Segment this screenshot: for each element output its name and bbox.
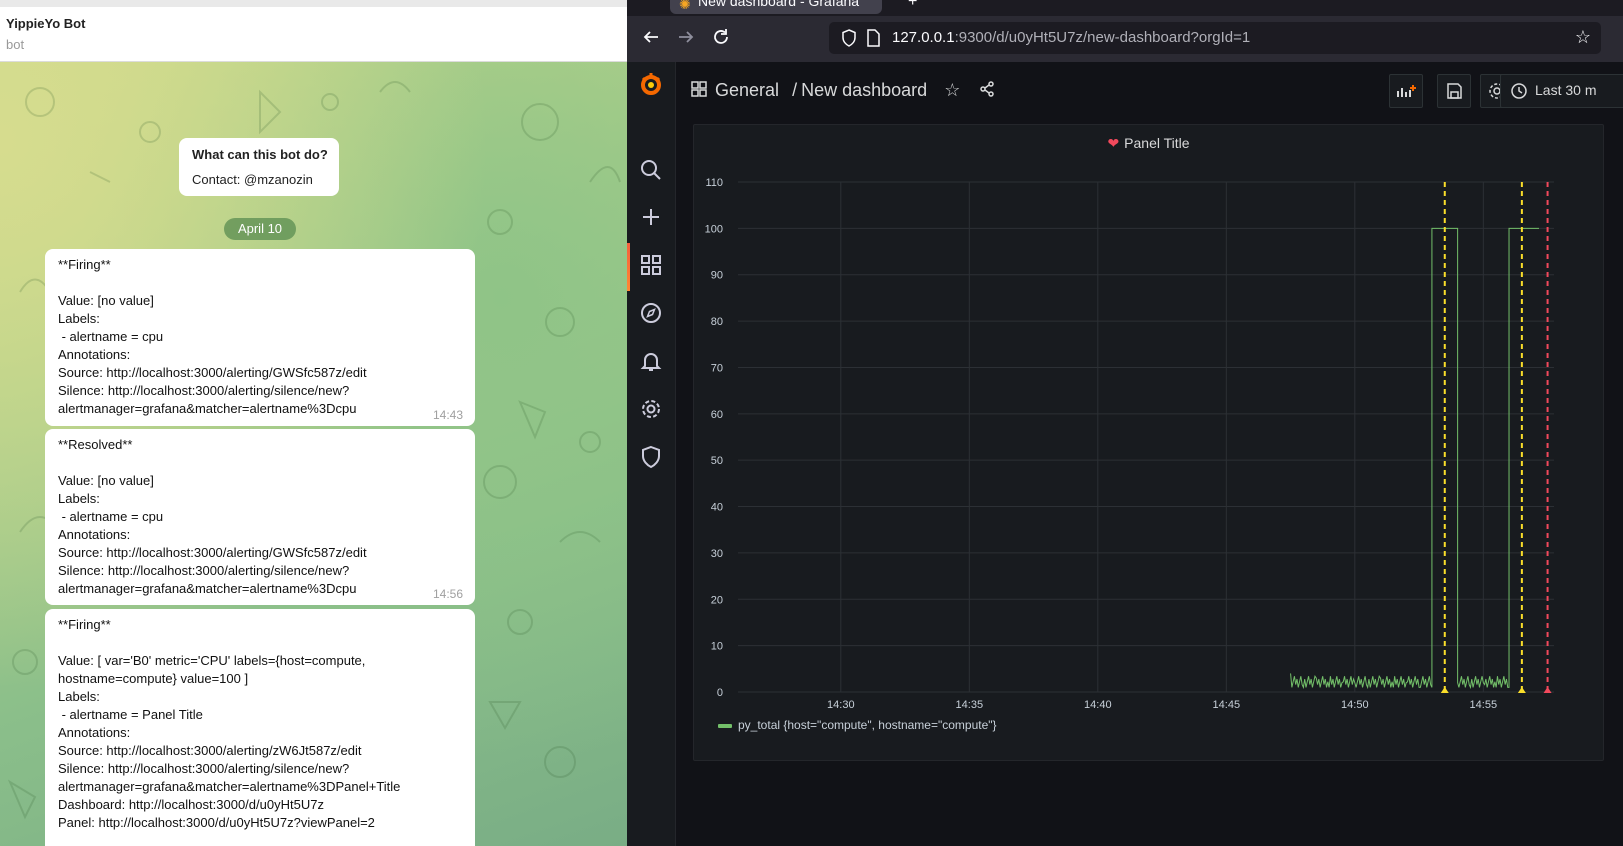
chat-subtitle: bot — [6, 37, 25, 52]
y-tick-label: 40 — [711, 502, 723, 514]
annotation-marker — [1440, 687, 1449, 693]
y-tick-label: 90 — [711, 270, 723, 282]
message-text: **Firing** Value: [no value] Labels: - a… — [58, 257, 367, 416]
message-bubble-1[interactable]: **Firing** Value: [no value] Labels: - a… — [45, 249, 475, 426]
forward-arrow-icon[interactable] — [675, 28, 697, 50]
date-badge: April 10 — [224, 218, 296, 240]
breadcrumb-separator: / — [792, 80, 798, 100]
dashboards-icon[interactable] — [639, 253, 663, 277]
browser-window: ✺ New dashboard - Grafana + 127.0.0.1:93… — [627, 0, 1623, 846]
shield-icon[interactable] — [841, 29, 857, 47]
y-tick-label: 20 — [711, 594, 723, 606]
url-path: :9300/d/u0yHt5U7z/new-dashboard?orgId=1 — [954, 29, 1251, 46]
message-bubble-2[interactable]: **Resolved** Value: [no value] Labels: -… — [45, 429, 475, 605]
new-tab-icon[interactable]: + — [908, 0, 917, 11]
annotation-marker — [1543, 687, 1552, 693]
window-top-strip — [0, 0, 627, 7]
breadcrumb: General / New dashboard ☆ — [691, 80, 995, 101]
star-icon[interactable]: ☆ — [944, 80, 960, 100]
x-tick-label: 14:55 — [1470, 699, 1498, 711]
bot-info-title: What can this bot do? — [192, 147, 328, 162]
configuration-gear-icon[interactable] — [639, 397, 663, 421]
tab-strip: ✺ New dashboard - Grafana + — [627, 0, 1623, 16]
y-tick-label: 70 — [711, 362, 723, 374]
y-tick-label: 0 — [717, 687, 723, 699]
page-icon[interactable] — [866, 29, 880, 47]
message-text: **Firing** Value: [ var='B0' metric='CPU… — [58, 617, 401, 830]
message-text: **Resolved** Value: [no value] Labels: -… — [58, 437, 367, 596]
plus-icon[interactable] — [639, 205, 663, 229]
bot-info-card: What can this bot do? Contact: @mzanozin — [179, 138, 339, 196]
time-range-label: Last 30 m — [1535, 82, 1597, 98]
time-range-picker[interactable]: Last 30 m — [1500, 74, 1623, 108]
save-dashboard-button[interactable] — [1437, 74, 1471, 108]
search-icon[interactable] — [639, 158, 663, 182]
add-panel-icon — [1397, 85, 1416, 97]
annotation-marker — [1517, 687, 1526, 693]
telegram-window: YippieYo Bot bot What can this bot do? C… — [0, 0, 627, 846]
reload-icon[interactable] — [710, 28, 732, 50]
back-arrow-icon[interactable] — [640, 28, 662, 50]
breadcrumb-dashboard[interactable]: New dashboard — [801, 80, 927, 100]
grafana-sidebar — [627, 62, 676, 846]
bot-info-contact: Contact: @mzanozin — [192, 172, 313, 187]
message-time: 14:43 — [432, 408, 463, 422]
tab-title: New dashboard - Grafana — [698, 0, 860, 9]
message-bubble-3[interactable]: **Firing** Value: [ var='B0' metric='CPU… — [45, 609, 475, 846]
alerting-bell-icon[interactable] — [639, 349, 663, 373]
legend[interactable]: py_total {host="compute", hostname="comp… — [718, 718, 997, 732]
legend-series-name: py_total {host="compute", hostname="comp… — [738, 718, 997, 732]
legend-swatch — [718, 723, 732, 728]
x-tick-label: 14:50 — [1341, 699, 1369, 711]
browser-toolbar: 127.0.0.1:9300/d/u0yHt5U7z/new-dashboard… — [627, 16, 1623, 62]
url-host: 127.0.0.1 — [892, 29, 955, 46]
explore-icon[interactable] — [639, 301, 663, 325]
clock-icon — [1511, 83, 1527, 99]
y-tick-label: 80 — [711, 316, 723, 328]
y-tick-label: 110 — [705, 177, 723, 189]
y-tick-label: 100 — [705, 223, 723, 235]
url-text[interactable]: 127.0.0.1:9300/d/u0yHt5U7z/new-dashboard… — [892, 29, 1250, 46]
chat-title: YippieYo Bot — [6, 16, 86, 31]
share-icon[interactable] — [979, 81, 995, 97]
y-tick-label: 10 — [711, 641, 723, 653]
y-tick-label: 50 — [711, 455, 723, 467]
tab-grafana[interactable]: ✺ New dashboard - Grafana — [670, 0, 882, 14]
series-line — [1290, 227, 1540, 690]
message-time: 14:56 — [432, 587, 463, 601]
chat-header[interactable]: YippieYo Bot bot — [0, 7, 627, 62]
x-tick-label: 14:40 — [1084, 699, 1112, 711]
y-tick-label: 60 — [711, 409, 723, 421]
x-tick-label: 14:35 — [956, 699, 984, 711]
time-series-chart[interactable]: 0 10 20 30 40 50 60 70 80 90 100 110 14:30 14:35 14:40… — [694, 125, 1603, 715]
save-icon — [1447, 83, 1462, 99]
grafana-app: General / New dashboard ☆ Last 30 m ❤ Pane… — [627, 62, 1623, 846]
x-tick-label: 14:45 — [1213, 699, 1241, 711]
bookmark-star-icon[interactable]: ☆ — [1575, 27, 1591, 48]
dashboards-icon — [691, 81, 707, 97]
url-bar[interactable]: 127.0.0.1:9300/d/u0yHt5U7z/new-dashboard… — [829, 22, 1601, 54]
x-tick-label: 14:30 — [827, 699, 855, 711]
add-panel-button[interactable] — [1389, 74, 1423, 108]
grafana-logo-icon[interactable] — [637, 70, 665, 98]
active-nav-indicator — [627, 243, 630, 291]
shield-icon[interactable] — [639, 445, 663, 469]
panel[interactable]: ❤ Panel Title 0 10 20 30 40 50 60 70 80 90 100 110 14… — [693, 124, 1604, 761]
grafana-favicon-icon: ✺ — [679, 0, 691, 12]
y-tick-label: 30 — [711, 548, 723, 560]
breadcrumb-folder[interactable]: General — [715, 80, 779, 100]
